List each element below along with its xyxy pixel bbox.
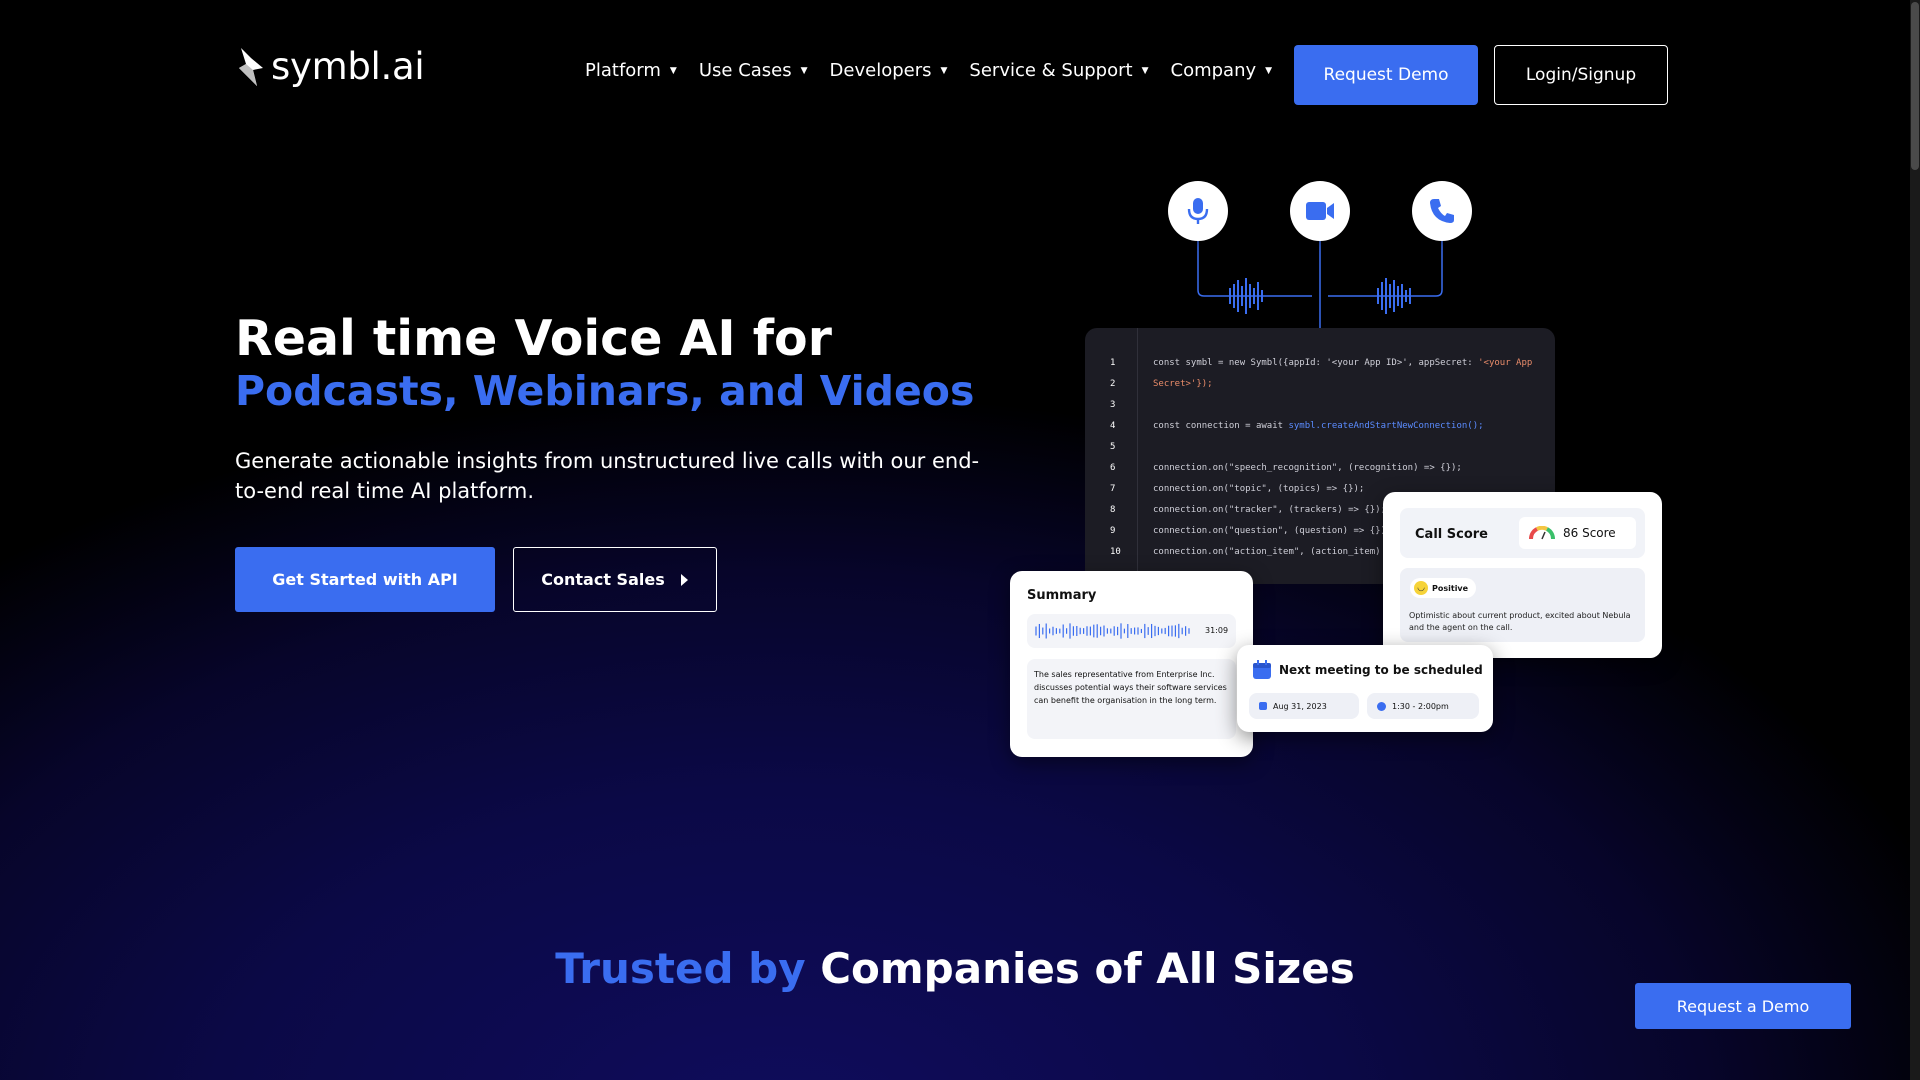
nav-label: Use Cases bbox=[698, 60, 792, 81]
audio-duration: 31:09 bbox=[1205, 626, 1229, 635]
code-string: Secret>'}); bbox=[1153, 379, 1213, 389]
caret-down-icon: ▼ bbox=[940, 65, 948, 76]
meeting-time: 1:30 - 2:00pm bbox=[1392, 701, 1449, 711]
phone-button bbox=[1412, 181, 1472, 241]
line-number: 4 bbox=[1110, 421, 1116, 431]
microphone-button bbox=[1168, 181, 1228, 241]
nav-item-service-support[interactable]: Service & Support ▼ bbox=[969, 60, 1148, 81]
meeting-date: Aug 31, 2023 bbox=[1273, 701, 1327, 711]
nav-label: Developers bbox=[829, 60, 932, 81]
scrollbar-track[interactable] bbox=[1910, 0, 1920, 1080]
sentiment-label: Positive bbox=[1432, 583, 1469, 593]
hero-title: Real time Voice AI for bbox=[235, 310, 832, 367]
meeting-date-pill: Aug 31, 2023 bbox=[1249, 693, 1359, 719]
contact-sales-label: Contact Sales bbox=[541, 570, 665, 589]
clock-icon bbox=[1377, 701, 1386, 711]
nav-item-platform[interactable]: Platform ▼ bbox=[585, 60, 677, 81]
caret-down-icon: ▼ bbox=[800, 65, 808, 76]
calendar-small-icon bbox=[1259, 702, 1267, 710]
video-camera-icon bbox=[1306, 202, 1334, 220]
microphone-icon bbox=[1187, 198, 1209, 224]
caret-down-icon: ▼ bbox=[1265, 65, 1273, 76]
line-number: 3 bbox=[1110, 400, 1116, 410]
audio-waveform-icon bbox=[1035, 623, 1190, 639]
phone-icon bbox=[1430, 199, 1454, 223]
call-score-value: 86 Score bbox=[1563, 526, 1616, 540]
contact-sales-button[interactable]: Contact Sales bbox=[513, 547, 717, 612]
smile-icon: ◡ bbox=[1414, 581, 1428, 595]
sentiment-note: Optimistic about current product, excite… bbox=[1409, 611, 1631, 632]
call-score-card: Call Score 86 Score ◡ Positive Optimisti… bbox=[1383, 492, 1662, 658]
summary-title: Summary bbox=[1027, 588, 1097, 603]
scrollbar-thumb[interactable] bbox=[1911, 2, 1919, 170]
calendar-icon bbox=[1253, 660, 1271, 679]
summary-card: Summary 31:09 The sales representative f… bbox=[1010, 571, 1253, 757]
line-number: 7 bbox=[1110, 484, 1116, 494]
sentiment-badge: ◡ Positive bbox=[1410, 578, 1477, 598]
trusted-rest: Companies of All Sizes bbox=[820, 944, 1355, 993]
line-number: 2 bbox=[1110, 379, 1116, 389]
nav-label: Company bbox=[1170, 60, 1257, 81]
line-number: 1 bbox=[1110, 358, 1116, 368]
login-signup-button[interactable]: Login/Signup bbox=[1494, 45, 1668, 105]
trusted-highlight: Trusted by bbox=[555, 944, 806, 993]
line-number: 6 bbox=[1110, 463, 1116, 473]
brand-name: symbl.ai bbox=[271, 45, 425, 88]
next-meeting-card: Next meeting to be scheduled Aug 31, 202… bbox=[1237, 645, 1493, 732]
summary-text: The sales representative from Enterprise… bbox=[1034, 670, 1227, 705]
nav-label: Platform bbox=[585, 60, 661, 81]
nav-label: Service & Support bbox=[969, 60, 1133, 81]
line-number: 10 bbox=[1110, 547, 1121, 557]
hero-title-highlight: Podcasts, Webinars, and Videos bbox=[235, 367, 975, 415]
meeting-title: Next meeting to be scheduled bbox=[1279, 663, 1483, 677]
code-text: const symbl = new Symbl({appId: '<your A… bbox=[1153, 358, 1479, 368]
symbl-logo-icon bbox=[239, 47, 263, 86]
video-camera-button bbox=[1290, 181, 1350, 241]
audio-connector-graphic bbox=[1197, 240, 1443, 328]
trusted-heading: Trusted by Companies of All Sizes bbox=[0, 944, 1910, 993]
caret-down-icon: ▼ bbox=[1141, 65, 1149, 76]
get-started-api-button[interactable]: Get Started with API bbox=[235, 547, 495, 612]
code-text: const connection = await bbox=[1153, 421, 1289, 431]
code-string: '<your App bbox=[1478, 358, 1533, 368]
nav-item-company[interactable]: Company ▼ bbox=[1171, 60, 1273, 81]
score-pill: 86 Score bbox=[1519, 517, 1636, 549]
gauge-icon bbox=[1529, 526, 1555, 540]
caret-down-icon: ▼ bbox=[669, 65, 677, 76]
nav-item-use-cases[interactable]: Use Cases ▼ bbox=[699, 60, 808, 81]
code-text: connection.on("question", (question) => … bbox=[1153, 526, 1392, 536]
code-text: connection.on("topic", (topics) => {}); bbox=[1153, 484, 1365, 494]
line-number: 5 bbox=[1110, 442, 1116, 452]
call-score-title: Call Score bbox=[1415, 527, 1488, 542]
main-nav: Platform ▼ Use Cases ▼ Developers ▼ Serv… bbox=[585, 60, 1294, 81]
request-demo-button[interactable]: Request Demo bbox=[1294, 45, 1478, 105]
chevron-right-icon bbox=[680, 573, 688, 586]
line-number: 8 bbox=[1110, 505, 1116, 515]
hero-subtitle: Generate actionable insights from unstru… bbox=[235, 449, 980, 503]
floating-request-demo-button[interactable]: Request a Demo bbox=[1635, 983, 1851, 1029]
brand-logo[interactable]: symbl.ai bbox=[237, 45, 425, 88]
code-text: connection.on("speech_recognition", (rec… bbox=[1153, 463, 1462, 473]
code-text: connection.on("tracker", (trackers) => {… bbox=[1153, 505, 1386, 515]
meeting-time-pill: 1:30 - 2:00pm bbox=[1367, 693, 1479, 719]
code-function: symbl.createAndStartNewConnection(); bbox=[1288, 421, 1484, 431]
nav-item-developers[interactable]: Developers ▼ bbox=[830, 60, 948, 81]
line-number: 9 bbox=[1110, 526, 1116, 536]
